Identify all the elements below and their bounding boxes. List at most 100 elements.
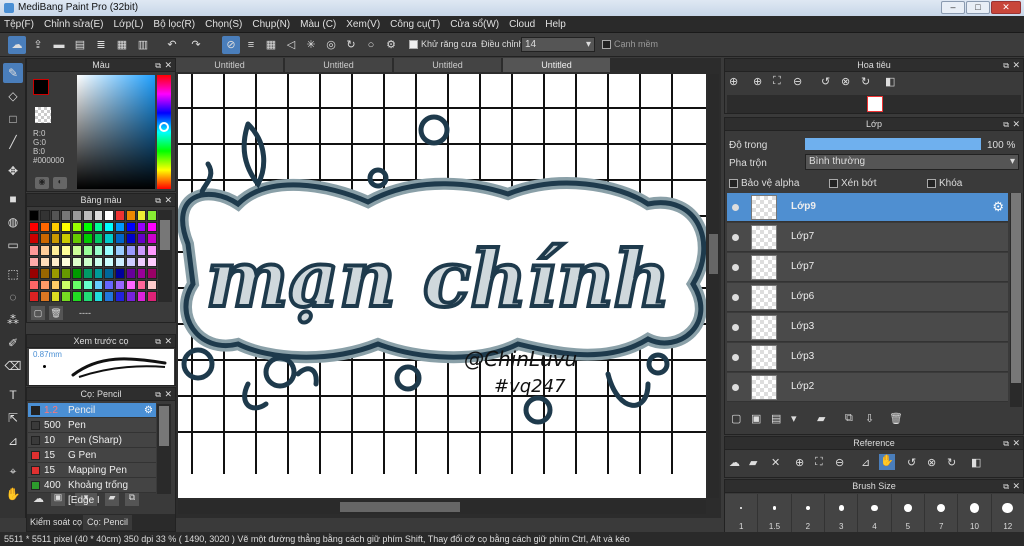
merge-layer-icon[interactable]: ⇩ bbox=[865, 412, 874, 425]
menu-view[interactable]: Xem(V) bbox=[346, 19, 380, 30]
tab-brush-control[interactable]: Kiểm soát cọ bbox=[30, 517, 82, 527]
flip-icon[interactable]: ◧ bbox=[885, 75, 895, 88]
palette-swatch[interactable] bbox=[136, 210, 147, 221]
pipette-tool-icon[interactable]: ⌖ bbox=[3, 461, 23, 481]
palette-swatch[interactable] bbox=[50, 210, 61, 221]
palette-swatch[interactable] bbox=[72, 221, 82, 233]
palette-swatch[interactable] bbox=[82, 279, 93, 291]
palette-swatch[interactable] bbox=[72, 244, 82, 256]
hand-tool-icon[interactable]: ✋ bbox=[3, 484, 23, 504]
palette-swatch[interactable] bbox=[93, 291, 104, 302]
palette-swatch[interactable] bbox=[61, 244, 71, 256]
menu-cloud[interactable]: Cloud bbox=[509, 19, 535, 30]
close-icon[interactable]: ✕ bbox=[1012, 118, 1020, 131]
transparent-swatch[interactable] bbox=[35, 107, 51, 123]
palette-swatch[interactable] bbox=[115, 291, 125, 302]
palette-swatch[interactable] bbox=[125, 291, 136, 302]
snap-off-icon[interactable]: ⊘ bbox=[222, 36, 240, 54]
menu-tools[interactable]: Công cụ(T) bbox=[390, 19, 440, 30]
horizontal-scroll-thumb[interactable] bbox=[340, 502, 460, 512]
color-wheel-icon[interactable]: ◉ bbox=[35, 177, 49, 189]
undock-icon[interactable]: ⧉ bbox=[155, 59, 161, 72]
palette-swatch[interactable] bbox=[104, 268, 114, 279]
palette-swatch[interactable] bbox=[115, 244, 125, 256]
delete-layer-icon[interactable]: 🗑 bbox=[889, 412, 903, 425]
palette-swatch[interactable] bbox=[147, 244, 157, 256]
hue-slider[interactable] bbox=[157, 75, 171, 189]
palette-swatch[interactable] bbox=[82, 256, 93, 268]
palette-swatch[interactable] bbox=[104, 279, 114, 291]
palette-swatch[interactable] bbox=[39, 233, 50, 244]
close-icon[interactable]: ✕ bbox=[1012, 437, 1020, 450]
parallel-snap-icon[interactable]: ≡ bbox=[242, 36, 260, 54]
brush-tool-icon[interactable]: ✎ bbox=[3, 63, 23, 83]
palette-swatch[interactable] bbox=[39, 221, 50, 233]
adjust-dropdown[interactable]: 14 ▾ bbox=[521, 37, 595, 52]
hue-handle[interactable] bbox=[159, 122, 169, 132]
palette-swatch[interactable] bbox=[93, 210, 104, 221]
operation-tool-icon[interactable]: ⇱ bbox=[3, 408, 23, 428]
palette-swatch[interactable] bbox=[115, 210, 125, 221]
page-icon[interactable]: ▤ bbox=[71, 36, 89, 54]
palette-swatch[interactable] bbox=[147, 210, 157, 221]
brush-size-option[interactable]: 10 bbox=[958, 494, 992, 532]
palette-swatch[interactable] bbox=[82, 221, 93, 233]
brush-size-option[interactable]: 7 bbox=[925, 494, 959, 532]
rotate-right-icon[interactable]: ↻ bbox=[861, 75, 870, 88]
palette-swatch[interactable] bbox=[39, 210, 50, 221]
fit-icon[interactable]: ⛶ bbox=[773, 75, 781, 88]
palette-swatch[interactable] bbox=[147, 279, 157, 291]
palette-swatch[interactable] bbox=[136, 268, 147, 279]
palette-swatch[interactable] bbox=[29, 268, 39, 279]
palette-swatch[interactable] bbox=[72, 268, 82, 279]
opacity-slider[interactable] bbox=[805, 138, 981, 150]
menu-file[interactable]: Tệp(F) bbox=[4, 19, 34, 30]
brush-item[interactable]: 1.2 Pencil ⚙ bbox=[28, 403, 156, 418]
palette-swatch[interactable] bbox=[136, 233, 147, 244]
undo-icon[interactable]: ↶ bbox=[163, 36, 181, 54]
duplicate-layer-icon[interactable]: ⧉ bbox=[845, 412, 853, 425]
palette-swatch[interactable] bbox=[61, 221, 71, 233]
grid-icon[interactable]: ▦ bbox=[113, 36, 131, 54]
palette-swatch[interactable] bbox=[82, 291, 93, 302]
palette-swatch[interactable] bbox=[61, 291, 71, 302]
add-layer-menu-icon[interactable]: ▾ bbox=[791, 412, 797, 425]
soft-edge-checkbox[interactable]: Cạnh mềm bbox=[602, 39, 658, 50]
layer-row[interactable]: Lớp3 bbox=[727, 313, 1008, 342]
comment-icon[interactable]: ▬ bbox=[50, 36, 68, 54]
select-rect-tool-icon[interactable]: ⬚ bbox=[3, 264, 23, 284]
palette-swatch[interactable] bbox=[115, 221, 125, 233]
reference-reset-icon[interactable]: ⊗ bbox=[927, 456, 936, 469]
palette-swatch[interactable] bbox=[125, 221, 136, 233]
reference-open-icon[interactable]: ▰ bbox=[749, 456, 757, 469]
magic-wand-tool-icon[interactable]: ⁂ bbox=[3, 310, 23, 330]
palette-swatch[interactable] bbox=[61, 210, 71, 221]
menu-layer[interactable]: Lớp(L) bbox=[114, 19, 144, 30]
palette-swatch[interactable] bbox=[104, 256, 114, 268]
foreground-color-swatch[interactable] bbox=[33, 79, 49, 95]
eraser-tool-icon[interactable]: ◇ bbox=[3, 86, 23, 106]
reference-rotate-left-icon[interactable]: ↺ bbox=[907, 456, 916, 469]
palette-swatch[interactable] bbox=[82, 244, 93, 256]
gear-icon[interactable]: ⚙ bbox=[144, 403, 153, 418]
palette-swatch[interactable] bbox=[125, 210, 136, 221]
palette-swatch[interactable] bbox=[125, 244, 136, 256]
palette-swatch[interactable] bbox=[93, 233, 104, 244]
brush-size-option[interactable]: 1 bbox=[725, 494, 759, 532]
palette-swatch[interactable] bbox=[72, 279, 82, 291]
palette-swatch[interactable] bbox=[50, 279, 61, 291]
saturation-value-picker[interactable] bbox=[77, 75, 155, 189]
book-icon[interactable]: ▥ bbox=[134, 36, 152, 54]
palette-swatch[interactable] bbox=[50, 256, 61, 268]
rotate-left-icon[interactable]: ↺ bbox=[821, 75, 830, 88]
palette-swatch[interactable] bbox=[115, 279, 125, 291]
palette-swatch[interactable] bbox=[125, 233, 136, 244]
close-icon[interactable]: ✕ bbox=[1012, 480, 1020, 493]
reference-zoom-in-icon[interactable]: ⊕ bbox=[795, 456, 804, 469]
brush-item[interactable]: 15 G Pen bbox=[28, 448, 156, 463]
undock-icon[interactable]: ⧉ bbox=[155, 388, 161, 401]
brush-size-option[interactable]: 2 bbox=[792, 494, 825, 532]
palette-swatch[interactable] bbox=[93, 279, 104, 291]
palette-swatch[interactable] bbox=[136, 279, 147, 291]
eye-icon[interactable] bbox=[732, 264, 739, 271]
